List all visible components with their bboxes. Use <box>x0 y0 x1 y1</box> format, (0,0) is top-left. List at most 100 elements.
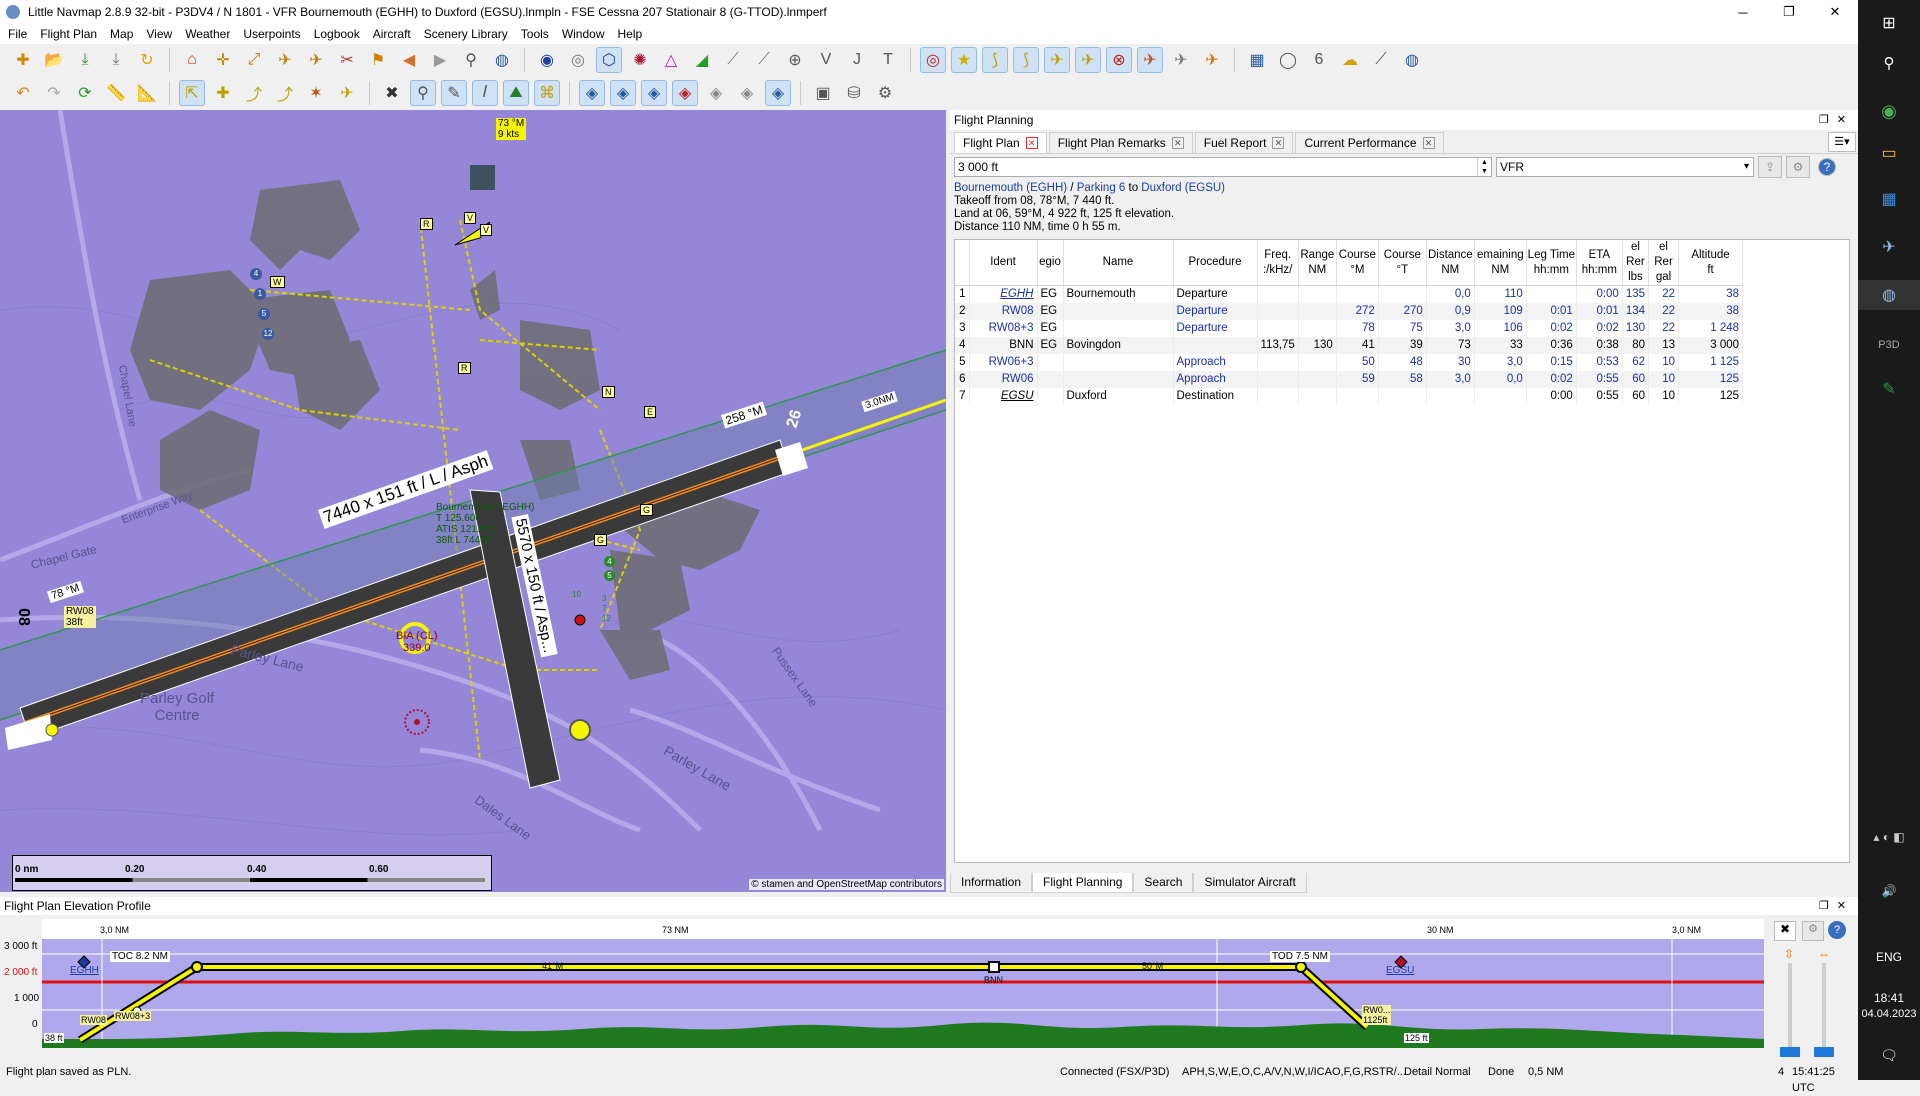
table-row[interactable]: 3 RW08+3 EG Departure 78 75 3,0 106 0:02 0:02 130 2… <box>955 319 1744 337</box>
parking-spot[interactable]: 7 <box>602 604 606 613</box>
settings-icon[interactable]: ⚙ <box>1802 921 1824 941</box>
ruler-icon[interactable]: 📏 <box>103 80 129 106</box>
compass-icon[interactable]: ⊗ <box>1106 47 1132 73</box>
online-icon[interactable]: ✈ <box>1199 47 1225 73</box>
column-header[interactable]: emaining NM <box>1474 240 1527 286</box>
map-view[interactable]: 73 °M 9 kts 7440 x 151 ft / L / Asph 5570… <box>0 110 946 892</box>
close-icon[interactable]: ✕ <box>1422 137 1435 149</box>
menu-logbook[interactable]: Logbook <box>310 27 369 41</box>
airport-empty-icon[interactable]: ◎ <box>565 47 591 73</box>
file-explorer-icon[interactable]: ▭ <box>1858 138 1920 168</box>
column-header[interactable]: Range NM <box>1298 240 1337 286</box>
aircraft-track-icon[interactable]: ✈ <box>303 47 329 73</box>
column-header[interactable]: Name <box>1063 240 1174 286</box>
day-night-icon[interactable]: ◯ <box>1275 47 1301 73</box>
new-plan-icon[interactable]: ✚ <box>10 47 36 73</box>
column-header[interactable]: Leg Time hh:mm <box>1526 240 1577 286</box>
parking-spot[interactable]: 5 <box>258 308 270 320</box>
column-header[interactable]: Procedure <box>1173 240 1258 286</box>
table-row[interactable]: 5 RW06+3 Approach 50 48 30 3,0 0:15 0:53 62 10 1 12… <box>955 353 1744 371</box>
flight-plan-grid[interactable]: Ident egio Name Procedure Freq. :/kHz/ R… <box>955 240 1744 405</box>
table-row[interactable]: 4 BNN EG Bovingdon 113,75 130 41 39 73 33 0:36 0:38… <box>955 336 1744 354</box>
delete-icon[interactable]: ✖ <box>379 80 405 106</box>
notification-icon[interactable]: 🗨 <box>1858 1044 1920 1066</box>
route-destination-link[interactable]: Duxford (EGSU) <box>1141 182 1225 194</box>
menu-help[interactable]: Help <box>614 27 652 41</box>
table-menu-button[interactable]: ☰▾ <box>1828 132 1856 152</box>
column-header[interactable]: Course °T <box>1378 240 1427 286</box>
home-icon[interactable]: ⌂ <box>179 47 205 73</box>
language-indicator[interactable]: ENG <box>1858 948 1920 966</box>
table-row[interactable]: 2 RW08 EG Departure 272 270 0,9 109 0:01 0:01 134 2… <box>955 302 1744 320</box>
weather-icon[interactable]: ☁ <box>1337 47 1363 73</box>
measure-icon[interactable]: ⚑ <box>365 47 391 73</box>
taskbar-date[interactable]: 04.04.2023 <box>1858 1006 1920 1022</box>
victor-airway-icon[interactable]: ⟋ <box>720 47 746 73</box>
jet-icon[interactable]: J <box>844 47 870 73</box>
column-header[interactable]: egio <box>1037 240 1064 286</box>
profile-canvas[interactable]: EGHH TOC 8.2 NM TOD 7.5 NM BNN EGSU 41°M… <box>42 939 1764 1048</box>
terrain-icon[interactable]: ⛰ <box>503 80 529 106</box>
app-icon-blue[interactable]: ▦ <box>1858 184 1920 214</box>
parking-spot[interactable]: 3 <box>602 594 606 603</box>
undo-icon[interactable]: ↶ <box>10 80 36 106</box>
tray-icons[interactable]: ▴ ◐ ◧ <box>1858 826 1920 848</box>
parking-spot[interactable]: 12 <box>602 614 611 623</box>
edit-icon[interactable]: ✎ <box>441 80 467 106</box>
menu-map[interactable]: Map <box>106 27 142 41</box>
tab-fuel-report[interactable]: Fuel Report ✕ <box>1194 132 1294 153</box>
route-icon[interactable]: ⟆ <box>982 47 1008 73</box>
grid-icon[interactable]: ▦ <box>1244 47 1270 73</box>
other-icon[interactable]: ◈ <box>734 80 760 106</box>
chrome-icon[interactable]: ◉ <box>1858 96 1920 126</box>
show-labels-icon[interactable]: ⌘ <box>534 80 560 106</box>
minimize-button[interactable]: ─ <box>1720 0 1766 24</box>
menu-userpoints[interactable]: Userpoints <box>239 27 309 41</box>
waypoint-add-icon[interactable]: ✶ <box>303 80 329 106</box>
center-icon[interactable]: ✛ <box>210 47 236 73</box>
parking-spot[interactable]: 4 <box>604 556 615 567</box>
tab-current-performance[interactable]: Current Performance ✕ <box>1295 132 1444 153</box>
close-button[interactable]: ✕ <box>1812 0 1858 24</box>
ils-icon[interactable]: ◢ <box>689 47 715 73</box>
ai-aircraft-icon[interactable]: ✈ <box>1137 47 1163 73</box>
menu-scenery-library[interactable]: Scenery Library <box>420 27 517 41</box>
clear-selection-icon[interactable]: ✂ <box>334 47 360 73</box>
aircraft-trail-icon[interactable]: ✈ <box>1075 47 1101 73</box>
column-header[interactable] <box>955 240 970 286</box>
route-departure-link[interactable]: Bournemouth (EGHH) <box>954 182 1067 194</box>
menu-aircraft[interactable]: Aircraft <box>369 27 420 41</box>
parking-marker[interactable] <box>569 719 591 741</box>
text-icon[interactable]: 𝐼 <box>472 80 498 106</box>
compass-rose-icon[interactable]: ⊕ <box>782 47 808 73</box>
select-icon[interactable]: ⇱ <box>179 80 205 106</box>
p3d-icon[interactable]: P3D <box>1858 330 1920 360</box>
save-as-icon[interactable]: ⤓ <box>103 47 129 73</box>
jet-airway-icon[interactable]: ⟋ <box>751 47 777 73</box>
userpoints-icon[interactable]: ★ <box>951 47 977 73</box>
map-window-icon[interactable]: ▣ <box>810 80 836 106</box>
column-header[interactable]: Altitude ft <box>1678 240 1744 286</box>
column-header[interactable]: Course °M <box>1336 240 1379 286</box>
route-parking-link[interactable]: Parking 6 <box>1077 182 1126 194</box>
parking-spot[interactable]: 5 <box>604 570 615 581</box>
volume-icon[interactable]: 🔊 <box>1858 880 1920 902</box>
database-icon[interactable]: ⛁ <box>841 80 867 106</box>
search-map-icon[interactable]: ⚲ <box>410 80 436 106</box>
zoom-route-icon[interactable]: ⤢ <box>241 47 267 73</box>
column-header[interactable]: el Rer gal <box>1648 240 1680 286</box>
windows-start-icon[interactable]: ⊞ <box>1858 8 1920 38</box>
table-row[interactable]: 6 RW06 Approach 59 58 3,0 0,0 0:02 0:55 60 10 125 <box>955 370 1744 388</box>
help-icon[interactable]: ? <box>1828 921 1846 939</box>
airport-icon[interactable]: ◉ <box>534 47 560 73</box>
settings-icon[interactable]: ⚙ <box>872 80 898 106</box>
altitude-spinner[interactable]: ▲ ▼ <box>1477 158 1491 176</box>
direct-route-icon[interactable]: ⤴ <box>272 80 298 106</box>
flight-type-select[interactable]: VFR ▾ <box>1496 157 1754 177</box>
ndb-icon[interactable]: ✺ <box>627 47 653 73</box>
tcas-icon[interactable]: ◈ <box>579 80 605 106</box>
column-header[interactable]: ETA hh:mm <box>1576 240 1623 286</box>
restore-button[interactable]: ❐ <box>1766 0 1812 24</box>
ai-ships-icon[interactable]: ✈ <box>1168 47 1194 73</box>
parking-spot[interactable]: 1 <box>254 288 266 300</box>
